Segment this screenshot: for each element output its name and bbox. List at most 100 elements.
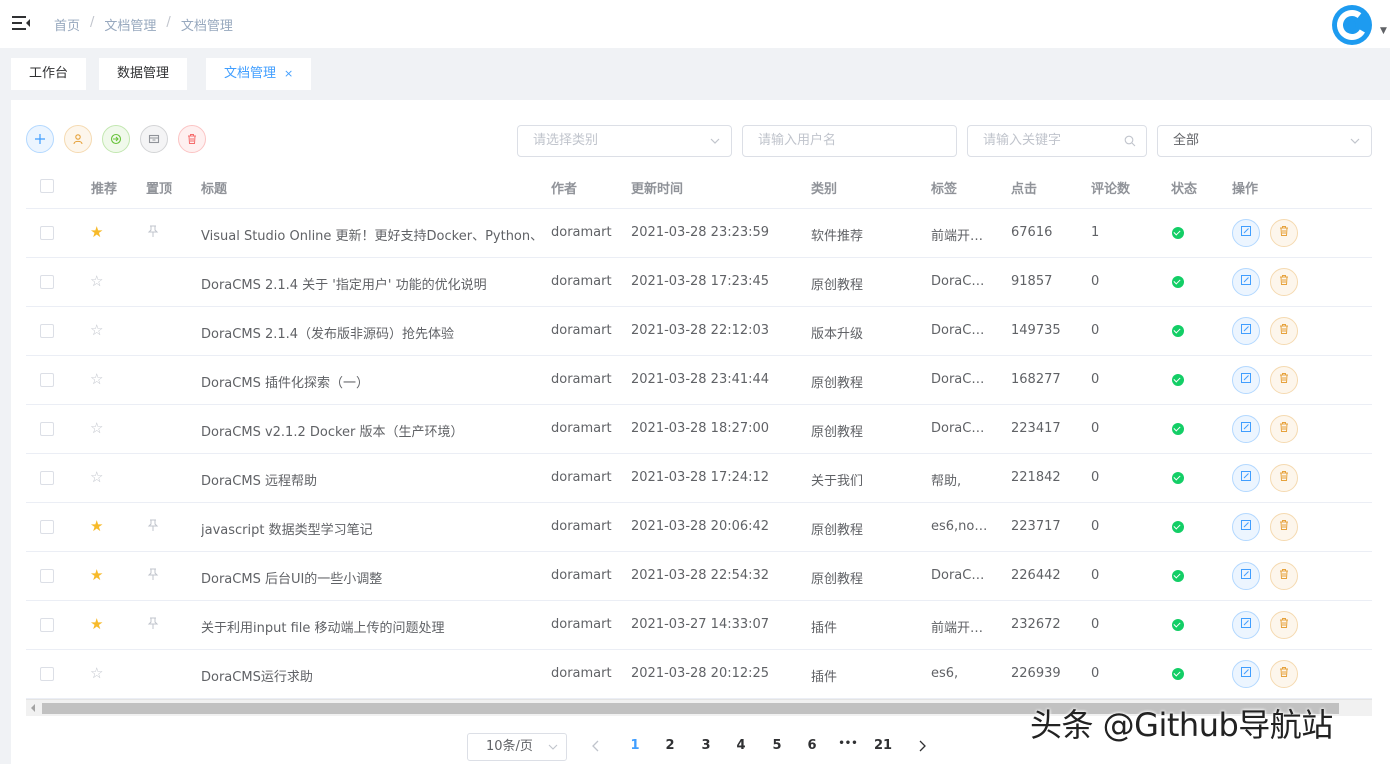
tag-workbench[interactable]: 工作台 <box>11 58 87 90</box>
row-checkbox[interactable] <box>40 617 54 632</box>
plus-icon <box>35 134 45 144</box>
star-filled-icon[interactable]: ★ <box>90 224 103 240</box>
star-outline-icon[interactable]: ☆ <box>90 273 103 289</box>
star-outline-icon[interactable]: ☆ <box>90 322 103 338</box>
column-header: 标题 <box>201 182 228 197</box>
import-button[interactable] <box>102 125 130 153</box>
star-outline-icon[interactable]: ☆ <box>90 665 103 681</box>
delete-button[interactable] <box>1270 316 1298 345</box>
title-cell[interactable]: DoraCMS 插件化探索（一） <box>201 372 541 391</box>
delete-button[interactable] <box>1270 218 1298 247</box>
delete-button[interactable] <box>1270 414 1298 443</box>
scroll-left-arrow-icon[interactable] <box>31 704 35 712</box>
row-checkbox[interactable] <box>40 568 54 583</box>
more-pages-ellipsis[interactable]: ••• <box>836 738 860 749</box>
star-filled-icon[interactable]: ★ <box>90 616 103 632</box>
delete-button[interactable] <box>1270 610 1298 639</box>
close-icon[interactable]: × <box>284 67 293 80</box>
page-number[interactable]: 6 <box>800 738 824 753</box>
clicks-cell: 232672 <box>1011 616 1061 632</box>
caret-down-icon[interactable]: ▼ <box>1380 26 1387 36</box>
star-outline-icon[interactable]: ☆ <box>90 469 103 485</box>
edit-button[interactable] <box>1232 561 1260 590</box>
username-input[interactable]: 请输入用户名 <box>742 125 957 157</box>
search-icon[interactable] <box>1124 135 1136 147</box>
delete-button[interactable] <box>1270 659 1298 688</box>
title-cell[interactable]: DoraCMS 2.1.4 关于 '指定用户' 功能的优化说明 <box>201 274 541 293</box>
page-number[interactable]: 5 <box>765 738 789 753</box>
edit-button[interactable] <box>1232 365 1260 394</box>
row-checkbox[interactable] <box>40 323 54 338</box>
trash-icon <box>1278 225 1290 241</box>
inbox-icon <box>148 134 160 144</box>
edit-button[interactable] <box>1232 414 1260 443</box>
user-avatar-logo-icon[interactable] <box>1330 3 1374 47</box>
row-checkbox[interactable] <box>40 225 54 240</box>
delete-button[interactable] <box>1270 463 1298 492</box>
delete-button[interactable] <box>1270 561 1298 590</box>
next-page-icon[interactable] <box>917 740 927 752</box>
hamburger-icon[interactable] <box>12 14 30 32</box>
row-checkbox[interactable] <box>40 274 54 289</box>
edit-icon <box>1240 372 1252 388</box>
category-select[interactable]: 请选择类别 <box>517 125 732 157</box>
edit-button[interactable] <box>1232 463 1260 492</box>
trash-icon <box>1278 666 1290 682</box>
star-outline-icon[interactable]: ☆ <box>90 420 103 436</box>
page-number[interactable]: 3 <box>694 738 718 753</box>
select-all-checkbox[interactable] <box>40 179 54 193</box>
row-checkbox[interactable] <box>40 666 54 681</box>
row-checkbox[interactable] <box>40 470 54 485</box>
tag-data-management[interactable]: 数据管理 <box>99 58 188 90</box>
star-filled-icon[interactable]: ★ <box>90 567 103 583</box>
edit-button[interactable] <box>1232 610 1260 639</box>
breadcrumb-item[interactable]: 首页 <box>54 15 80 34</box>
breadcrumb-item[interactable]: 文档管理 <box>104 15 156 34</box>
clicks-cell: 223717 <box>1011 518 1061 534</box>
title-cell[interactable]: javascript 数据类型学习笔记 <box>201 519 541 538</box>
title-cell[interactable]: DoraCMS运行求助 <box>201 666 541 685</box>
watermark: 头条 @Github导航站 <box>1030 706 1333 744</box>
updated-time-cell: 2021-03-28 22:54:32 <box>631 567 770 583</box>
title-cell[interactable]: DoraCMS 2.1.4（发布版非源码）抢先体验 <box>201 323 541 342</box>
page-number[interactable]: 1 <box>623 738 647 753</box>
page-size-select[interactable]: 10条/页 <box>467 733 567 761</box>
delete-button[interactable] <box>1270 512 1298 541</box>
pin-icon[interactable] <box>146 224 160 238</box>
edit-button[interactable] <box>1232 218 1260 247</box>
edit-button[interactable] <box>1232 512 1260 541</box>
title-cell[interactable]: DoraCMS 远程帮助 <box>201 470 541 489</box>
row-checkbox[interactable] <box>40 519 54 534</box>
status-select[interactable]: 全部 <box>1157 125 1372 157</box>
pin-icon[interactable] <box>146 567 160 581</box>
edit-button[interactable] <box>1232 659 1260 688</box>
title-cell[interactable]: DoraCMS 后台UI的一些小调整 <box>201 568 541 587</box>
tags-cell: DoraC… <box>931 322 985 338</box>
pin-icon[interactable] <box>146 616 160 630</box>
page-number[interactable]: 4 <box>729 738 753 753</box>
draft-box-button[interactable] <box>140 125 168 153</box>
delete-button[interactable] <box>1270 365 1298 394</box>
star-filled-icon[interactable]: ★ <box>90 518 103 534</box>
edit-button[interactable] <box>1232 316 1260 345</box>
trash-icon <box>1278 274 1290 290</box>
row-checkbox[interactable] <box>40 372 54 387</box>
title-cell[interactable]: Visual Studio Online 更新！更好支持Docker、Pytho… <box>201 225 541 244</box>
assign-user-button[interactable] <box>64 125 92 153</box>
title-cell[interactable]: DoraCMS v2.1.2 Docker 版本（生产环境） <box>201 421 541 440</box>
batch-delete-button[interactable] <box>178 125 206 153</box>
keyword-search-input[interactable]: 请输入关键字 <box>967 125 1147 157</box>
row-checkbox[interactable] <box>40 421 54 436</box>
edit-button[interactable] <box>1232 267 1260 296</box>
updated-time-cell: 2021-03-28 18:27:00 <box>631 420 770 436</box>
chevron-down-icon <box>710 138 720 144</box>
delete-button[interactable] <box>1270 267 1298 296</box>
star-outline-icon[interactable]: ☆ <box>90 371 103 387</box>
page-number[interactable]: 2 <box>658 738 682 753</box>
tag-document-management[interactable]: 文档管理 × <box>206 58 312 90</box>
pin-icon[interactable] <box>146 518 160 532</box>
add-button[interactable] <box>26 125 54 153</box>
title-cell[interactable]: 关于利用input file 移动端上传的问题处理 <box>201 617 541 636</box>
prev-page-icon[interactable] <box>591 740 601 752</box>
page-number[interactable]: 21 <box>871 738 895 753</box>
